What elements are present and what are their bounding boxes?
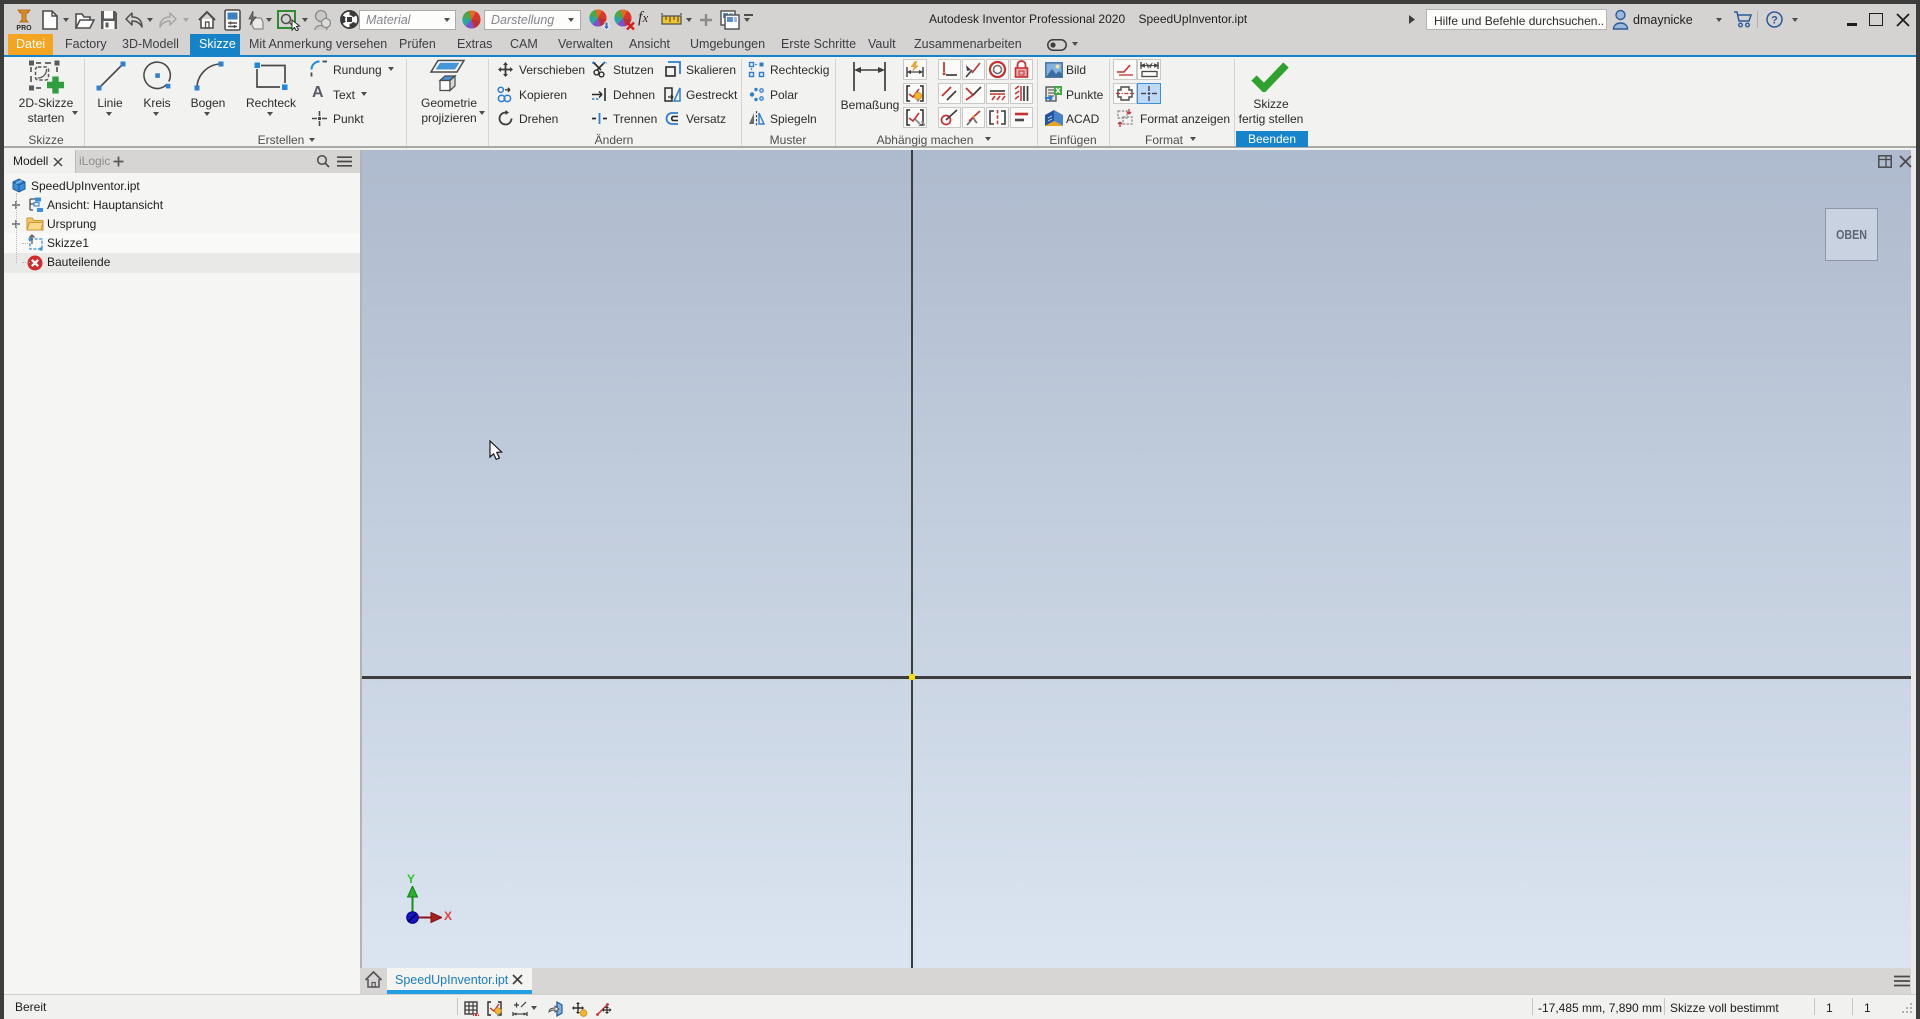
svg-text:PRO: PRO bbox=[16, 25, 32, 32]
svg-text:?: ? bbox=[1771, 15, 1778, 27]
